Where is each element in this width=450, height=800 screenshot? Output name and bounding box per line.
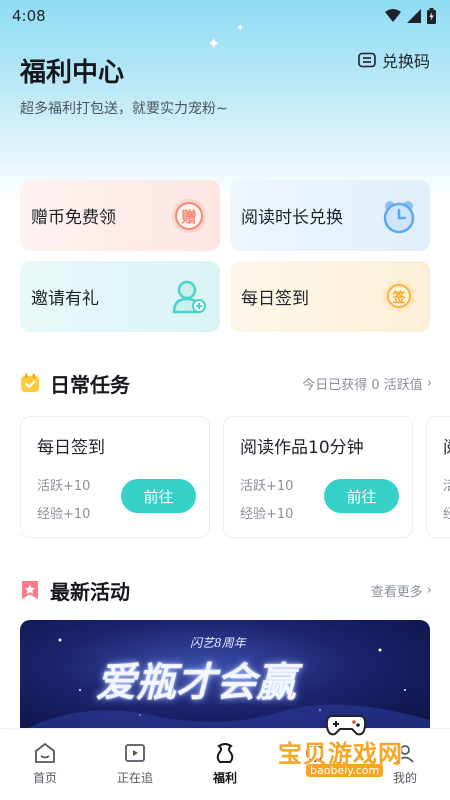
home-icon: [35, 742, 55, 763]
page-title: 福利中心: [20, 58, 125, 88]
invite-card[interactable]: 邀请有礼: [20, 261, 220, 332]
daily-tasks-header: 日常任务 今日已获得 0 活跃值 ›: [20, 369, 432, 397]
reading-time-label: 阅读时长兑换: [241, 208, 343, 228]
tab-following[interactable]: 正在追: [90, 729, 180, 800]
task-activity-reward: 活跃+10: [37, 479, 91, 494]
task-go-button[interactable]: 前往: [121, 479, 196, 513]
play-icon: [125, 744, 145, 762]
tab-home[interactable]: 首页: [0, 729, 90, 800]
tab-home-label: 首页: [32, 771, 57, 785]
view-more-text: 查看更多: [370, 584, 423, 600]
activity-summary-link[interactable]: 今日已获得 0 活跃值 ›: [302, 374, 432, 393]
gift-coin-icon: 赠: [172, 198, 206, 233]
tab-welfare-label: 福利: [212, 771, 237, 785]
daily-tasks-title: 日常任务: [50, 372, 130, 397]
chevron-right-icon: ›: [426, 375, 432, 391]
ticket-icon: [358, 52, 376, 68]
user-add-icon: [172, 280, 206, 313]
daily-checkin-label: 每日签到: [241, 289, 309, 309]
status-bar: 4:08: [0, 0, 450, 32]
task-exp-reward: 经验+10: [240, 507, 294, 522]
view-more-link[interactable]: 查看更多 ›: [371, 581, 432, 600]
banner-headline: 爱瓶才会赢: [96, 659, 296, 706]
status-time: 4:08: [12, 7, 46, 25]
battery-icon: [427, 8, 436, 24]
signal-icon: [407, 9, 421, 23]
banner-subtitle: 闪艺8周年: [190, 636, 246, 650]
latest-events-header: 最新活动 查看更多 ›: [20, 576, 432, 604]
watermark: 宝贝游戏网 baobeiy.com: [278, 712, 428, 782]
redeem-code-label: 兑换码: [381, 52, 430, 71]
redeem-code-button[interactable]: 兑换码: [358, 48, 430, 72]
activity-summary-text: 今日已获得 0 活跃值: [302, 377, 423, 393]
star-flag-icon: [22, 581, 38, 599]
task-go-button[interactable]: 前往: [324, 479, 399, 513]
task-activity-reward: 活跃+10: [240, 479, 294, 494]
gift-coin-glyph: 赠: [181, 208, 196, 226]
task-card-partial[interactable]: 阅 活 经: [426, 416, 450, 538]
checkin-badge-glyph: 签: [391, 290, 406, 306]
gift-icon: [216, 743, 234, 763]
alarm-clock-icon: [383, 200, 415, 233]
calendar-icon: [21, 373, 39, 392]
task-card-read-10-min: 阅读作品10分钟 活跃+10 经验+10 前往: [223, 416, 413, 538]
task-exp-reward: 经: [443, 503, 450, 522]
wifi-icon: [385, 9, 401, 22]
free-coins-card[interactable]: 赠币免费领 赠: [20, 180, 220, 251]
task-card-daily-checkin: 每日签到 活跃+10 经验+10 前往: [20, 416, 210, 538]
reading-time-exchange-card[interactable]: 阅读时长兑换: [230, 180, 430, 251]
checkin-badge-icon: 签: [382, 278, 416, 313]
sparkle-icon: ✦: [207, 34, 221, 53]
chevron-right-icon: ›: [426, 582, 432, 598]
task-exp-reward: 经验+10: [37, 507, 91, 522]
status-icons: [385, 8, 436, 24]
latest-events-title: 最新活动: [50, 579, 130, 604]
task-title: 阅读作品10分钟: [240, 438, 364, 458]
tab-welfare[interactable]: 福利: [180, 729, 270, 800]
task-activity-reward: 活: [443, 475, 450, 494]
page-subtitle: 超多福利打包送，就要实力宠粉~: [20, 101, 228, 117]
tab-following-label: 正在追: [116, 771, 153, 785]
invite-label: 邀请有礼: [31, 289, 99, 309]
task-title: 阅: [443, 433, 450, 458]
daily-checkin-card[interactable]: 每日签到 签: [230, 261, 430, 332]
watermark-url: baobeiy.com: [306, 764, 384, 777]
free-coins-label: 赠币免费领: [31, 208, 116, 228]
task-title: 每日签到: [37, 438, 105, 458]
